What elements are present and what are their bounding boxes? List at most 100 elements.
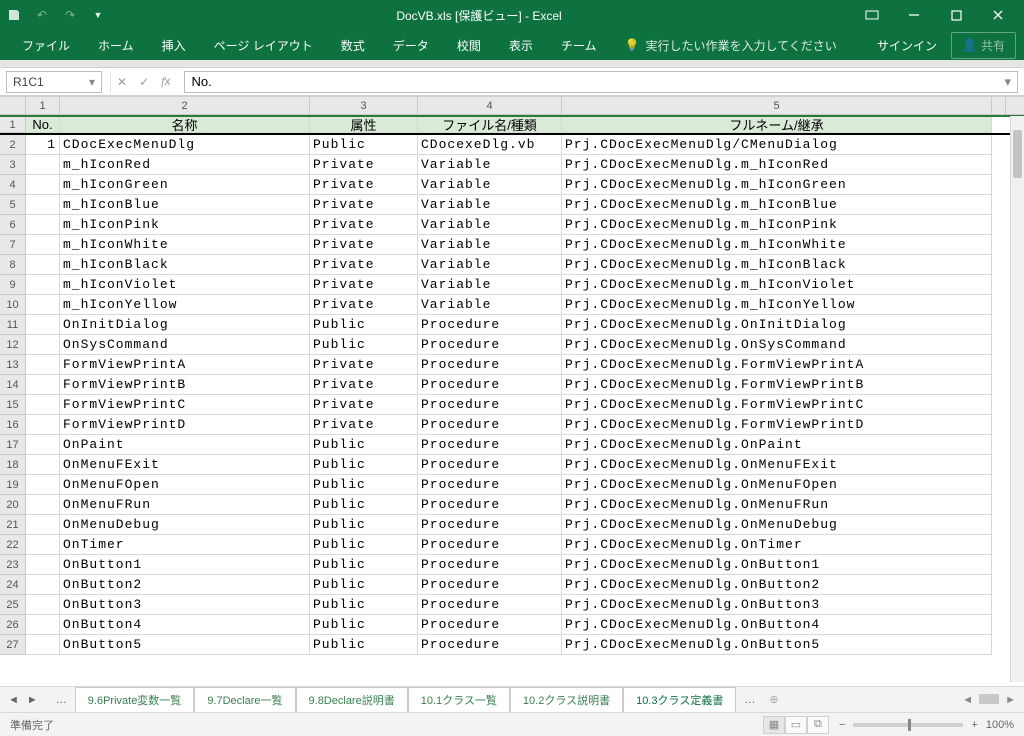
row-header[interactable]: 10 [0,295,26,315]
cell[interactable] [26,475,60,495]
save-icon[interactable] [6,7,22,23]
cell[interactable]: m_hIconWhite [60,235,310,255]
cell[interactable]: Prj.CDocExecMenuDlg.OnButton2 [562,575,992,595]
cell[interactable] [26,155,60,175]
cell[interactable]: Procedure [418,475,562,495]
cell[interactable]: Procedure [418,435,562,455]
row-header[interactable]: 9 [0,275,26,295]
cell[interactable]: Prj.CDocExecMenuDlg.m_hIconViolet [562,275,992,295]
row-header[interactable]: 25 [0,595,26,615]
sheet-tab[interactable]: 9.7Declare一覧 [194,687,295,714]
cell[interactable] [26,535,60,555]
vertical-scrollbar[interactable] [1010,116,1024,682]
tell-me[interactable]: 💡 実行したい作業を入力してください [610,30,850,60]
cell[interactable] [26,615,60,635]
cell[interactable]: m_hIconBlack [60,255,310,275]
cell[interactable]: Prj.CDocExecMenuDlg.OnMenuFExit [562,455,992,475]
ribbon-tab[interactable]: ページ レイアウト [200,30,327,60]
cell[interactable]: FormViewPrintB [60,375,310,395]
select-all-corner[interactable] [0,97,26,114]
col-header[interactable]: 2 [60,97,310,114]
ribbon-tab[interactable]: データ [379,30,443,60]
cell[interactable]: Public [310,475,418,495]
cell[interactable] [26,515,60,535]
cell[interactable]: OnTimer [60,535,310,555]
scrollbar-thumb[interactable] [1013,130,1022,178]
cell[interactable]: Public [310,135,418,155]
row-header[interactable]: 6 [0,215,26,235]
cell[interactable]: Public [310,335,418,355]
cell[interactable] [26,315,60,335]
cell[interactable]: Prj.CDocExecMenuDlg.m_hIconPink [562,215,992,235]
cell[interactable]: Private [310,355,418,375]
tab-nav-more-icon[interactable]: … [736,694,763,706]
view-pagelayout-icon[interactable]: ▭ [785,716,807,734]
ribbon-tab[interactable]: 校閲 [443,30,495,60]
cell[interactable] [26,375,60,395]
cell[interactable]: Prj.CDocExecMenuDlg.FormViewPrintA [562,355,992,375]
cell[interactable]: Public [310,515,418,535]
cell[interactable]: m_hIconViolet [60,275,310,295]
ribbon-tab[interactable]: 挿入 [148,30,200,60]
cell[interactable]: Prj.CDocExecMenuDlg.m_hIconBlue [562,195,992,215]
cell[interactable]: Variable [418,175,562,195]
row-header[interactable]: 23 [0,555,26,575]
formula-input[interactable]: No. [184,71,1018,93]
name-box[interactable]: R1C1 ▾ [6,71,102,93]
row-header[interactable]: 18 [0,455,26,475]
row-header[interactable]: 21 [0,515,26,535]
row-header[interactable]: 4 [0,175,26,195]
row-header[interactable]: 2 [0,135,26,155]
cell[interactable]: Public [310,535,418,555]
cell[interactable]: Prj.CDocExecMenuDlg.m_hIconYellow [562,295,992,315]
cell[interactable]: Procedure [418,575,562,595]
signin-button[interactable]: サインイン [863,37,951,54]
cell[interactable]: Prj.CDocExecMenuDlg.OnMenuFRun [562,495,992,515]
cell[interactable] [26,395,60,415]
cell[interactable]: Prj.CDocExecMenuDlg.OnButton3 [562,595,992,615]
zoom-level[interactable]: 100% [986,719,1014,731]
cell[interactable]: Prj.CDocExecMenuDlg.FormViewPrintB [562,375,992,395]
col-header[interactable]: 5 [562,97,992,114]
cell[interactable]: フルネーム/継承 [562,117,992,133]
tab-nav-next-icon[interactable]: ► [27,694,38,706]
cell[interactable]: Variable [418,215,562,235]
cell[interactable]: OnMenuFRun [60,495,310,515]
cell[interactable]: Private [310,295,418,315]
cell[interactable]: Procedure [418,395,562,415]
hscroll-thumb[interactable] [979,694,999,704]
cell[interactable]: Prj.CDocExecMenuDlg/CMenuDialog [562,135,992,155]
cell[interactable] [26,255,60,275]
row-header[interactable]: 17 [0,435,26,455]
row-header[interactable]: 13 [0,355,26,375]
undo-icon[interactable]: ↶ [34,7,50,23]
hscroll-left-icon[interactable]: ◄ [962,694,973,706]
redo-icon[interactable]: ↷ [62,7,78,23]
cell[interactable]: Private [310,255,418,275]
cell[interactable]: Prj.CDocExecMenuDlg.m_hIconBlack [562,255,992,275]
cell[interactable]: Prj.CDocExecMenuDlg.FormViewPrintD [562,415,992,435]
zoom-in-icon[interactable]: + [971,719,977,731]
cell[interactable] [26,495,60,515]
cell[interactable]: m_hIconPink [60,215,310,235]
cell[interactable]: OnButton1 [60,555,310,575]
ribbon-tab[interactable]: 数式 [327,30,379,60]
cell[interactable]: Variable [418,255,562,275]
cell[interactable]: Private [310,195,418,215]
cell[interactable]: Procedure [418,415,562,435]
cell[interactable]: Procedure [418,595,562,615]
chevron-down-icon[interactable]: ▾ [89,75,95,89]
ribbon-tab[interactable]: ホーム [84,30,148,60]
cell[interactable]: Private [310,375,418,395]
cell[interactable]: No. [26,117,60,133]
sheet-tab[interactable]: 9.6Private変数一覧 [75,687,195,714]
cell[interactable]: OnPaint [60,435,310,455]
row-header[interactable]: 8 [0,255,26,275]
cell[interactable]: Prj.CDocExecMenuDlg.OnMenuDebug [562,515,992,535]
cell[interactable]: OnButton5 [60,635,310,655]
cell[interactable]: Procedure [418,635,562,655]
cell[interactable]: Prj.CDocExecMenuDlg.OnButton5 [562,635,992,655]
cell[interactable]: OnButton2 [60,575,310,595]
cell[interactable]: ファイル名/種類 [418,117,562,133]
view-pagebreak-icon[interactable]: ⧉ [807,716,829,734]
